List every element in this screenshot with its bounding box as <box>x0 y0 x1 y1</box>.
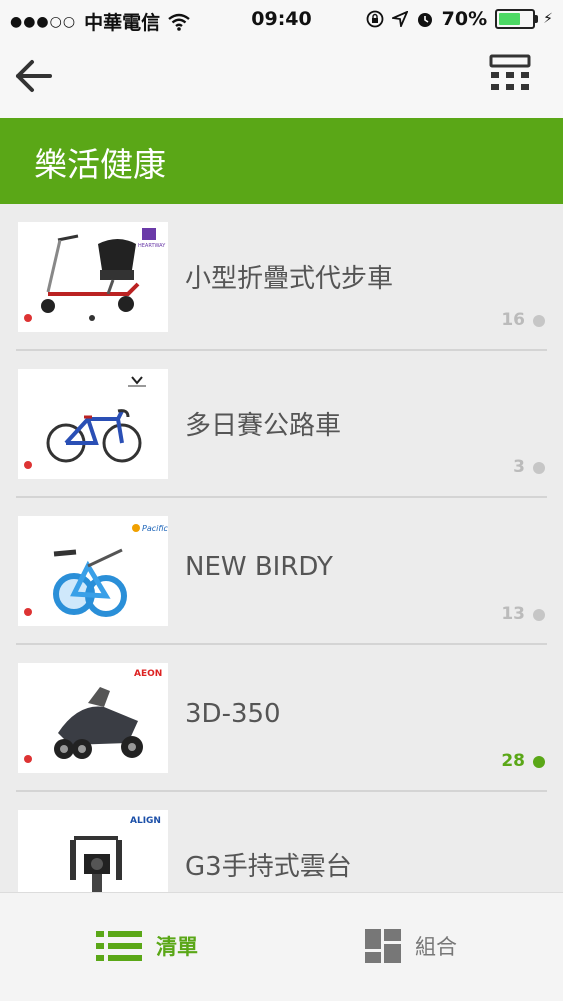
item-count: 16 <box>501 310 525 330</box>
charging-icon: ⚡ <box>543 11 553 27</box>
list-item[interactable]: AEON 3D-350 28 <box>0 645 563 792</box>
product-title: 3D-350 <box>185 699 281 729</box>
navigation-bar <box>0 38 563 118</box>
product-title: 多日賽公路車 <box>185 411 342 441</box>
grid-icon <box>365 929 401 963</box>
bottom-tab-bar: 清單 組合 <box>0 892 563 1001</box>
calculator-icon[interactable] <box>489 54 531 98</box>
product-title: 小型折疊式代步車 <box>185 264 394 294</box>
battery-level <box>499 13 521 25</box>
status-dot <box>533 756 545 768</box>
item-count: 13 <box>501 604 525 624</box>
item-count: 3 <box>513 457 525 477</box>
status-dot <box>533 609 545 621</box>
signal-strength-icon: ●●●○○ <box>10 13 77 30</box>
svg-text:HEARTWAY: HEARTWAY <box>138 243 166 249</box>
location-icon <box>391 11 408 27</box>
product-title: G3手持式雲台 <box>185 852 352 882</box>
list-item[interactable]: 多日賽公路車 3 <box>0 351 563 498</box>
list-item[interactable]: Pacific NEW BIRDY 13 <box>0 498 563 645</box>
carrier-name: 中華電信 <box>84 12 161 34</box>
status-dot <box>533 462 545 474</box>
list-item[interactable]: ALIGN G3手持式雲台 42 <box>0 792 563 894</box>
product-thumbnail <box>18 369 168 479</box>
product-title: NEW BIRDY <box>185 552 333 582</box>
product-thumbnail: HEARTWAY <box>18 222 168 332</box>
orientation-lock-icon <box>366 10 384 28</box>
tab-combination[interactable]: 組合 <box>365 921 457 971</box>
back-arrow-icon[interactable] <box>12 54 56 98</box>
battery-icon <box>495 9 539 29</box>
product-thumbnail: AEON <box>18 663 168 773</box>
tab-list[interactable]: 清單 <box>96 921 198 971</box>
status-bar: ●●●○○ 中華電信 09:40 70% ⚡ <box>0 0 563 38</box>
category-header: 樂活健康 <box>0 118 563 204</box>
product-thumbnail: Pacific <box>18 516 168 626</box>
alarm-icon <box>417 13 432 27</box>
list-icon <box>96 931 142 961</box>
product-thumbnail: ALIGN <box>18 810 168 894</box>
svg-text:AEON: AEON <box>134 669 162 679</box>
svg-text:Pacific: Pacific <box>142 524 168 533</box>
page-title: 樂活健康 <box>34 145 166 184</box>
wifi-icon <box>168 13 190 31</box>
tab-combination-label: 組合 <box>415 935 457 959</box>
list-item[interactable]: HEARTWAY 小型折疊式代步車 16 <box>0 204 563 351</box>
battery-percent: 70% <box>441 8 488 30</box>
svg-text:ALIGN: ALIGN <box>130 816 161 826</box>
product-list: HEARTWAY 小型折疊式代步車 16 多日賽公路車 3 Pacific NE… <box>0 204 563 894</box>
status-dot <box>533 315 545 327</box>
tab-list-label: 清單 <box>156 935 198 959</box>
item-count: 28 <box>501 751 525 771</box>
